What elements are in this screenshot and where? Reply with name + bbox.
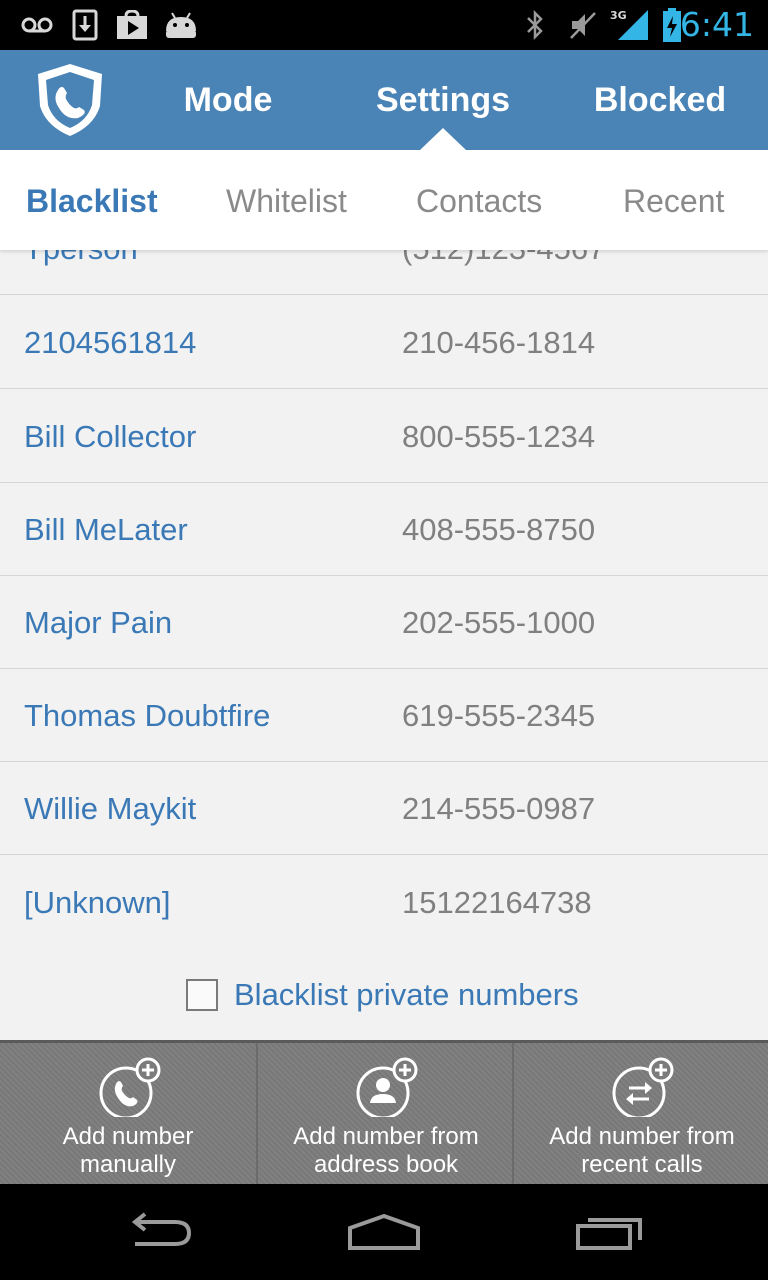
blacklist-private-option[interactable]: Blacklist private numbers <box>0 950 768 1040</box>
bluetooth-icon <box>522 8 548 42</box>
contact-number: 210-456-1814 <box>402 325 596 360</box>
contact-number: 619-555-2345 <box>402 698 596 733</box>
contact-name: [Unknown] <box>24 885 171 920</box>
selected-tab-indicator <box>420 128 466 150</box>
button-label-line: address book <box>313 1151 459 1178</box>
button-label-line: Add number from <box>293 1123 479 1150</box>
contact-number: 800-555-1234 <box>402 419 596 454</box>
contact-name: Willie Maykit <box>24 791 197 826</box>
list-item[interactable]: [Unknown] 15122164738 <box>0 856 768 949</box>
sub-tab-bar: Blacklist Whitelist Contacts Recent <box>0 150 768 250</box>
list-item[interactable]: Willie Maykit 214-555-0987 <box>0 762 768 855</box>
list-item[interactable]: Bill Collector 800-555-1234 <box>0 390 768 483</box>
status-bar: 3G 6:41 <box>0 0 768 50</box>
button-label-line: Add number <box>62 1123 194 1150</box>
list-item[interactable]: Major Pain 202-555-1000 <box>0 576 768 669</box>
list-item[interactable]: 2104561814 210-456-1814 <box>0 296 768 389</box>
android-icon <box>162 8 200 42</box>
add-from-address-book-button[interactable]: Add number from address book <box>256 1043 512 1184</box>
add-number-manually-label: Add number manually <box>0 1123 256 1179</box>
voicemail-icon <box>20 8 54 42</box>
add-recent-calls-icon <box>611 1057 681 1120</box>
list-item[interactable]: Bill MeLater 408-555-8750 <box>0 483 768 576</box>
add-number-manually-button[interactable]: Add number manually <box>0 1043 256 1184</box>
tab-mode[interactable]: Mode <box>168 50 288 150</box>
signal-icon: 3G <box>608 8 650 42</box>
tab-whitelist[interactable]: Whitelist <box>226 150 347 250</box>
button-label-line: manually <box>79 1151 177 1178</box>
network-type-label: 3G <box>610 9 627 22</box>
blacklist-private-label[interactable]: Blacklist private numbers <box>234 950 579 1040</box>
contact-number: 15122164738 <box>402 885 592 920</box>
contact-name: 2104561814 <box>24 325 197 360</box>
recent-apps-icon[interactable] <box>540 1184 680 1280</box>
tab-recent[interactable]: Recent <box>623 150 724 250</box>
action-bar: Mode Settings Blocked <box>0 50 768 150</box>
contact-number: 202-555-1000 <box>402 605 596 640</box>
blacklist-list[interactable]: Tperson (512)123-4567 2104561814 210-456… <box>0 250 768 1040</box>
contact-name: Bill MeLater <box>24 512 188 547</box>
button-label-line: recent calls <box>581 1151 703 1178</box>
add-phone-icon <box>98 1057 168 1120</box>
clock: 6:41 <box>679 5 754 44</box>
contact-name: Tperson <box>24 250 138 295</box>
contact-number: (512)123-4567 <box>402 250 605 295</box>
contact-name: Major Pain <box>24 605 173 640</box>
add-from-address-book-label: Add number from address book <box>258 1123 514 1179</box>
navigation-bar <box>0 1184 768 1280</box>
play-store-icon <box>114 8 150 42</box>
contact-name: Thomas Doubtfire <box>24 698 271 733</box>
add-from-recent-calls-label: Add number from recent calls <box>514 1123 768 1179</box>
contact-number: 214-555-0987 <box>402 791 596 826</box>
contact-name: Bill Collector <box>24 419 197 454</box>
tab-blacklist[interactable]: Blacklist <box>26 150 158 250</box>
shield-phone-logo-icon[interactable] <box>30 60 110 140</box>
list-item[interactable]: Tperson (512)123-4567 <box>0 250 768 295</box>
back-icon[interactable] <box>90 1184 230 1280</box>
button-label-line: Add number from <box>549 1123 735 1150</box>
add-from-recent-calls-button[interactable]: Add number from recent calls <box>512 1043 768 1184</box>
contact-number: 408-555-8750 <box>402 512 596 547</box>
tab-contacts[interactable]: Contacts <box>416 150 542 250</box>
tab-blocked[interactable]: Blocked <box>584 50 736 150</box>
muted-icon <box>566 8 600 42</box>
bottom-action-bar: Add number manually Add number from addr… <box>0 1040 768 1184</box>
list-item[interactable]: Thomas Doubtfire 619-555-2345 <box>0 669 768 762</box>
home-icon[interactable] <box>314 1184 454 1280</box>
add-contact-icon <box>355 1057 425 1120</box>
download-icon <box>70 8 100 42</box>
blacklist-private-checkbox[interactable] <box>186 979 218 1011</box>
